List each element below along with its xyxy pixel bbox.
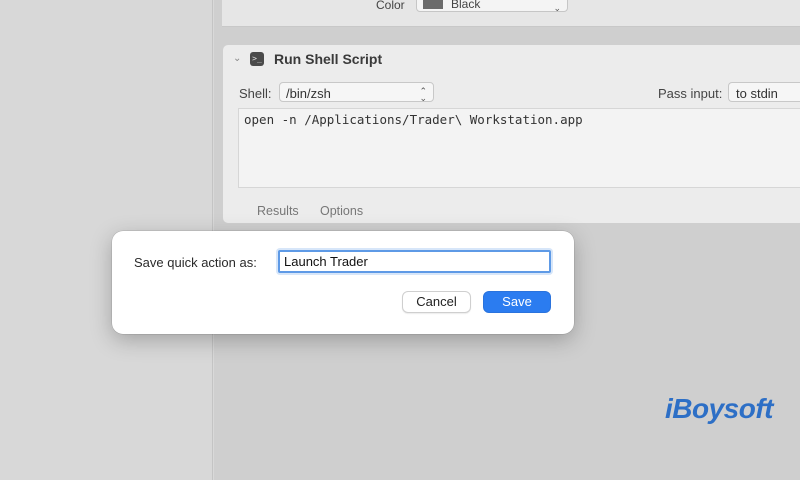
quick-action-name-input[interactable]: [278, 250, 551, 273]
pass-input-select[interactable]: to stdin: [728, 82, 800, 102]
cancel-button[interactable]: Cancel: [402, 291, 471, 313]
color-select[interactable]: Black ⌃ ⌄: [416, 0, 568, 13]
shell-value: /bin/zsh: [286, 86, 331, 101]
chevron-updown-icon: ⌃ ⌄: [553, 0, 561, 13]
terminal-icon: >_: [250, 52, 264, 66]
script-editor[interactable]: open -n /Applications/Trader\ Workstatio…: [238, 108, 800, 188]
shell-label: Shell:: [239, 86, 272, 101]
script-text: open -n /Applications/Trader\ Workstatio…: [244, 112, 583, 127]
pass-input-label: Pass input:: [658, 86, 723, 101]
color-swatch: [423, 0, 443, 9]
tab-options[interactable]: Options: [320, 204, 363, 218]
chevron-updown-icon: ⌃ ⌄: [419, 86, 427, 103]
run-shell-script-action: ⌄ >_ Run Shell Script Shell: /bin/zsh ⌃ ⌄…: [222, 44, 800, 224]
iboysoft-watermark-logo: iBoysoft: [665, 393, 774, 424]
tab-results[interactable]: Results: [257, 204, 299, 218]
save-as-label: Save quick action as:: [134, 255, 257, 270]
action-header: ⌄ >_ Run Shell Script: [223, 45, 800, 75]
color-label: Color: [376, 0, 405, 12]
color-value: Black: [451, 0, 481, 11]
pass-input-value: to stdin: [736, 86, 778, 101]
action-title: Run Shell Script: [274, 51, 383, 67]
previous-action-block: Color Black ⌃ ⌄: [222, 0, 800, 27]
shell-select[interactable]: /bin/zsh ⌃ ⌄: [279, 82, 434, 103]
save-quick-action-dialog: Save quick action as: Cancel Save: [112, 231, 574, 334]
disclosure-chevron-icon[interactable]: ⌄: [233, 53, 241, 64]
save-button[interactable]: Save: [483, 291, 551, 313]
